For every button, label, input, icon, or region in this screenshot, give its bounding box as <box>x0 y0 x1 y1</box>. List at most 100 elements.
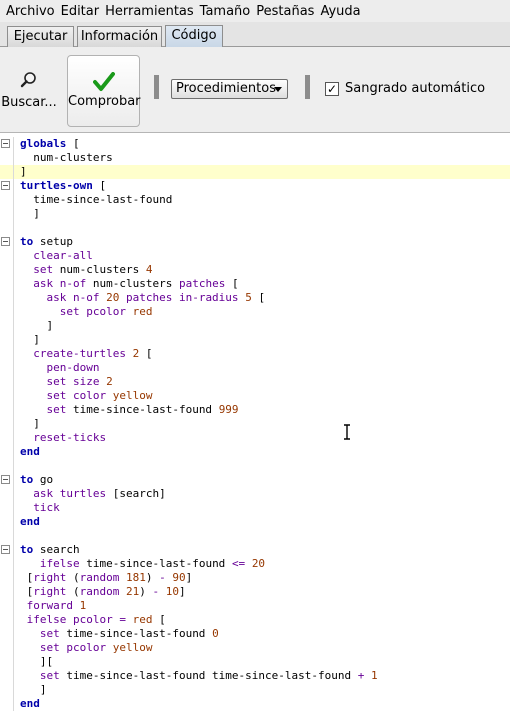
code-line[interactable]: create-turtles 2 [ <box>0 347 510 361</box>
auto-indent-label[interactable]: Sangrado automático <box>345 81 485 96</box>
code-line[interactable]: pen-down <box>0 361 510 375</box>
code-line[interactable]: ask turtles [search] <box>0 487 510 501</box>
tab-bar: Ejecutar Información Código <box>0 22 510 48</box>
code-token: set <box>20 627 67 640</box>
code-token: ask n-of <box>20 291 107 304</box>
code-token: time-since-last-found <box>66 627 213 640</box>
code-line[interactable]: set time-since-last-found 999 <box>0 403 510 417</box>
code-line[interactable]: end <box>0 697 510 711</box>
code-line[interactable]: [right (random 181) - 90] <box>0 571 510 585</box>
menu-archivo[interactable]: Archivo <box>0 4 55 19</box>
code-line[interactable]: globals [ <box>0 137 510 151</box>
code-token: patches <box>178 277 232 290</box>
code-text: turtles-own [ <box>20 179 106 193</box>
code-token: clear-all <box>20 249 93 262</box>
code-line[interactable]: time-since-last-found <box>0 193 510 207</box>
code-line[interactable]: ] <box>0 683 510 697</box>
code-editor[interactable]: globals [ num-clusters] turtles-own [ tim… <box>0 133 510 711</box>
code-line[interactable]: forward 1 <box>0 599 510 613</box>
code-line[interactable]: to go <box>0 473 510 487</box>
code-token: [ <box>72 137 80 150</box>
code-line[interactable]: ][ <box>0 655 510 669</box>
code-line[interactable]: set time-since-last-found time-since-las… <box>0 669 510 683</box>
code-text: [right (random 21) - 10] <box>20 585 186 599</box>
code-line[interactable]: to search <box>0 543 510 557</box>
tab-ejecutar[interactable]: Ejecutar <box>7 26 74 47</box>
code-token: 1 <box>79 599 87 612</box>
code-line[interactable]: to setup <box>0 235 510 249</box>
code-text: set time-since-last-found time-since-las… <box>20 669 378 683</box>
code-token: ] <box>185 571 193 584</box>
code-line[interactable]: set size 2 <box>0 375 510 389</box>
code-token: ifelse <box>20 613 73 626</box>
code-token: time-since-last-found <box>86 557 232 570</box>
code-token: color <box>72 389 113 402</box>
code-token: 999 <box>218 403 239 416</box>
code-line[interactable]: end <box>0 445 510 459</box>
code-line[interactable]: ] <box>0 165 510 179</box>
auto-indent-checkbox[interactable]: ✓ <box>325 82 339 96</box>
code-token: red <box>132 613 160 626</box>
procedures-dropdown[interactable]: Procedimientos <box>171 79 288 99</box>
code-text: end <box>20 515 40 529</box>
code-token: 21 <box>125 585 140 598</box>
menu-pestanas[interactable]: Pestañas <box>250 4 314 19</box>
code-line[interactable]: ] <box>0 207 510 221</box>
code-line[interactable]: ifelse time-since-last-found <= 20 <box>0 557 510 571</box>
code-token: [ <box>145 347 153 360</box>
code-line[interactable]: turtles-own [ <box>0 179 510 193</box>
code-token: yellow <box>112 641 153 654</box>
code-line[interactable] <box>0 221 510 235</box>
code-line[interactable]: ] <box>0 417 510 431</box>
code-line[interactable]: reset-ticks <box>0 431 510 445</box>
fold-toggle-icon[interactable] <box>1 475 10 484</box>
code-token: ] <box>20 207 40 220</box>
code-line[interactable]: ask n-of 20 patches in-radius 5 [ <box>0 291 510 305</box>
code-line[interactable]: ask n-of num-clusters patches [ <box>0 277 510 291</box>
code-text: ifelse time-since-last-found <= 20 <box>20 557 265 571</box>
check-button[interactable]: Comprobar <box>67 55 141 127</box>
code-token: patches in-radius <box>125 291 246 304</box>
code-token: turtles-own <box>20 179 100 192</box>
code-token: ] <box>20 165 27 178</box>
menu-herramientas[interactable]: Herramientas <box>99 4 194 19</box>
menu-editar[interactable]: Editar <box>55 4 100 19</box>
fold-toggle-icon[interactable] <box>1 181 10 190</box>
code-token: time-since-last-found <box>20 193 173 206</box>
code-token: ifelse <box>20 557 87 570</box>
find-button[interactable]: Buscar... <box>0 55 58 127</box>
code-token: to <box>20 473 40 486</box>
fold-toggle-icon[interactable] <box>1 139 10 148</box>
menu-tamano[interactable]: Tamaño <box>194 4 251 19</box>
code-line[interactable]: num-clusters <box>0 151 510 165</box>
code-line[interactable] <box>0 529 510 543</box>
code-line[interactable]: [right (random 21) - 10] <box>0 585 510 599</box>
code-line[interactable]: set time-since-last-found 0 <box>0 627 510 641</box>
code-token: time-since-last-found <box>72 403 219 416</box>
code-token: [ <box>20 571 34 584</box>
code-line[interactable]: set pcolor red <box>0 305 510 319</box>
code-token: set <box>20 403 73 416</box>
code-line[interactable]: set num-clusters 4 <box>0 263 510 277</box>
fold-toggle-icon[interactable] <box>1 545 10 554</box>
fold-toggle-icon[interactable] <box>1 237 10 246</box>
code-text: ask n-of 20 patches in-radius 5 [ <box>20 291 265 305</box>
code-text: time-since-last-found <box>20 193 172 207</box>
code-text: to go <box>20 473 53 487</box>
code-line[interactable]: set pcolor yellow <box>0 641 510 655</box>
menu-ayuda[interactable]: Ayuda <box>314 4 360 19</box>
code-token: forward <box>20 599 80 612</box>
code-line[interactable]: tick <box>0 501 510 515</box>
code-line[interactable]: ] <box>0 319 510 333</box>
code-token: <= <box>231 557 252 570</box>
code-line[interactable]: ifelse pcolor = red [ <box>0 613 510 627</box>
code-token: [search] <box>112 487 166 500</box>
tab-informacion[interactable]: Información <box>77 26 162 47</box>
code-line[interactable]: clear-all <box>0 249 510 263</box>
code-token: 90 <box>172 571 186 584</box>
code-line[interactable]: ] <box>0 333 510 347</box>
code-line[interactable] <box>0 459 510 473</box>
tab-codigo[interactable]: Código <box>165 25 223 48</box>
code-line[interactable]: end <box>0 515 510 529</box>
code-line[interactable]: set color yellow <box>0 389 510 403</box>
